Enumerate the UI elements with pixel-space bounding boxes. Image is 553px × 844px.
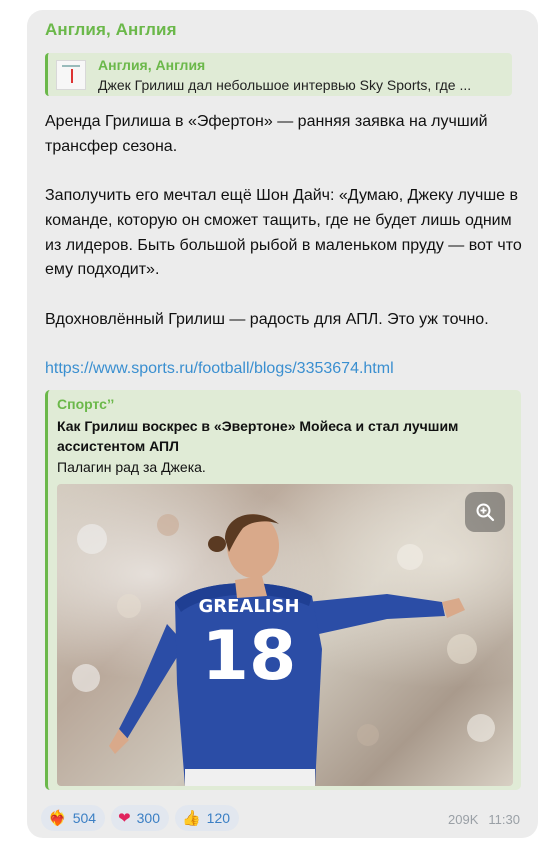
zoom-in-icon (476, 503, 495, 522)
jersey-number: 18 (202, 617, 297, 696)
message-text: Аренда Грилиша в «Эфертон» — ранняя заяв… (45, 110, 525, 382)
reaction-thumbs-up[interactable]: 👍 120 (174, 805, 240, 831)
reaction-count: 504 (72, 810, 97, 826)
reaction-heart-on-fire[interactable]: ❤‍🔥 504 (41, 805, 106, 831)
message-paragraph: Вдохновлённый Грилиш — радость для АПЛ. … (45, 310, 489, 328)
reaction-count: 300 (136, 810, 160, 826)
heart-icon: ❤ (118, 808, 131, 827)
preview-image[interactable]: GREALISH 18 (57, 484, 513, 786)
view-count: 209K (448, 812, 479, 827)
reply-text: Джек Грилиш дал небольшое интервью Sky S… (98, 77, 472, 93)
preview-site-name: Спортс’’ (57, 396, 115, 412)
preview-title: Как Грилиш воскрес в «Эвертоне» Мойеса и… (57, 418, 459, 454)
reply-thumbnail (56, 60, 86, 90)
reaction-heart[interactable]: ❤ 300 (111, 805, 169, 831)
link-preview[interactable]: Спортс’’ Как Грилиш воскрес в «Эвертоне»… (45, 390, 521, 790)
reaction-count: 120 (206, 810, 231, 826)
channel-name[interactable]: Англия, Англия (45, 20, 177, 40)
message-meta: 209K 11:30 (448, 812, 520, 827)
preview-description: Палагин рад за Джека. (57, 459, 206, 475)
jersey-name: GREALISH (198, 596, 299, 617)
thumbs-up-icon: 👍 (181, 808, 201, 827)
message-bubble: Англия, Англия Англия, Англия Джек Грили… (27, 10, 538, 838)
reply-title: Англия, Англия (98, 57, 206, 73)
message-time: 11:30 (488, 812, 520, 827)
heart-on-fire-icon: ❤‍🔥 (48, 808, 67, 827)
message-paragraph: Заполучить его мечтал ещё Шон Дайч: «Дум… (45, 187, 522, 279)
message-paragraph: Аренда Грилиша в «Эфертон» — ранняя заяв… (45, 113, 488, 155)
reactions-bar: ❤‍🔥 504 ❤ 300 👍 120 (41, 805, 240, 831)
player-illustration: GREALISH 18 (109, 514, 465, 786)
reply-preview[interactable]: Англия, Англия Джек Грилиш дал небольшое… (45, 53, 512, 96)
article-link[interactable]: https://www.sports.ru/football/blogs/335… (45, 360, 394, 377)
zoom-button[interactable] (465, 492, 505, 532)
